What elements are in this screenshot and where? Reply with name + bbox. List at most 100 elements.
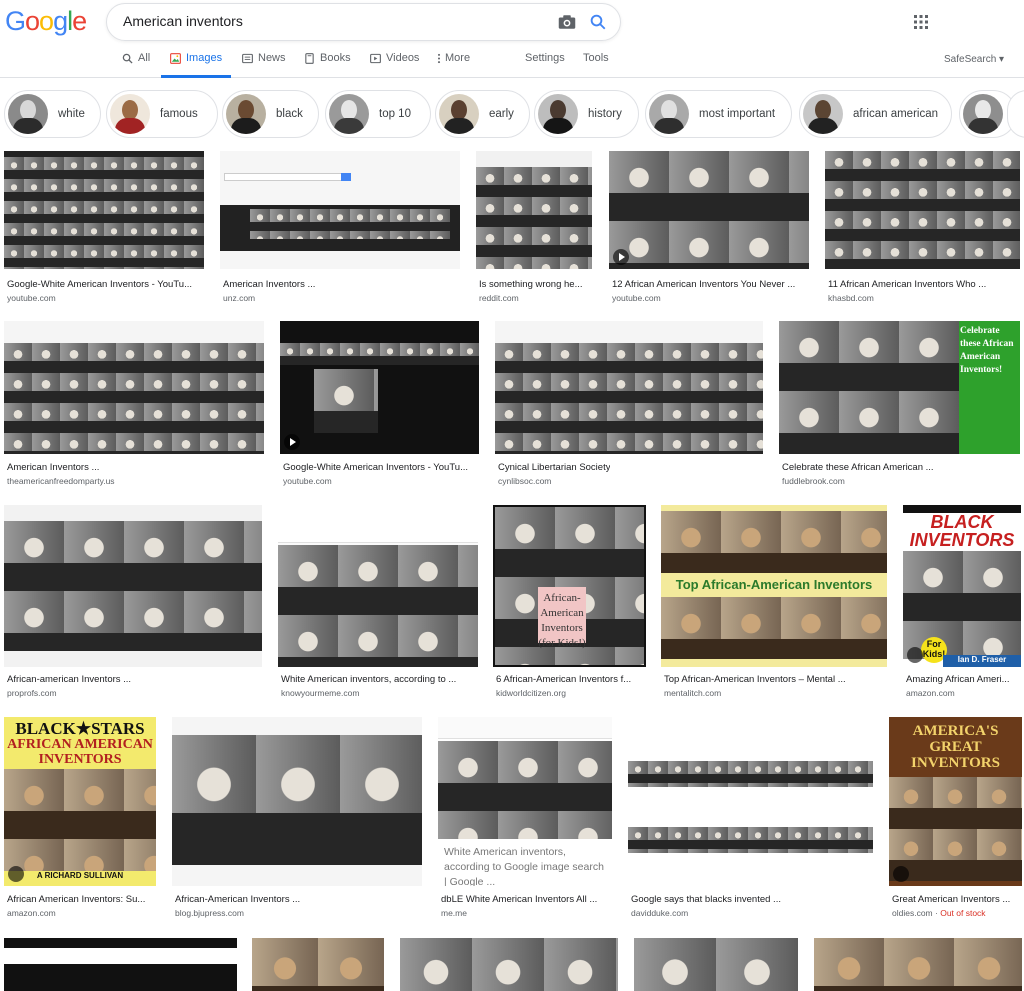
tools-link[interactable]: Tools xyxy=(583,52,609,78)
image-result[interactable] xyxy=(252,938,384,991)
chip-black[interactable]: black xyxy=(222,90,319,138)
image-result[interactable]: BLACK★STARS AFRICAN AMERICAN INVENTORS A… xyxy=(4,717,156,922)
search-icon[interactable] xyxy=(589,13,607,31)
chip-thumbnail xyxy=(803,94,843,134)
chip-label: history xyxy=(588,108,622,120)
result-domain: mentalitch.com xyxy=(664,688,722,698)
result-domain: fuddlebrook.com xyxy=(782,476,845,486)
result-domain: amazon.com xyxy=(7,908,56,918)
search-icon xyxy=(122,53,133,64)
result-thumbnail xyxy=(278,505,478,667)
image-result[interactable]: American Inventors ... theamericanfreedo… xyxy=(4,321,264,491)
settings-link[interactable]: Settings xyxy=(525,52,565,78)
image-result[interactable] xyxy=(814,938,1022,991)
result-thumbnail: AMERICA'S GREAT INVENTORS xyxy=(889,717,1022,886)
result-title: White American inventors, according to .… xyxy=(281,674,457,685)
chip-most-important[interactable]: most important xyxy=(645,90,792,138)
tab-news[interactable]: News xyxy=(242,52,286,78)
image-result[interactable]: 11 African American Inventors Who ... kh… xyxy=(825,151,1020,306)
image-result[interactable]: White American inventors, according to .… xyxy=(278,505,478,700)
image-result[interactable]: African-American Inventors ... blog.bjup… xyxy=(172,717,422,922)
image-result[interactable]: Cynical Libertarian Society cynlibsoc.co… xyxy=(495,321,763,491)
shopping-tag-icon xyxy=(907,647,923,663)
tab-all[interactable]: All xyxy=(122,52,150,78)
image-result[interactable] xyxy=(400,938,618,991)
chip-history[interactable]: history xyxy=(534,90,639,138)
result-domain: youtube.com xyxy=(612,293,661,303)
result-thumbnail: BLACK★STARS AFRICAN AMERICAN INVENTORS A… xyxy=(4,717,156,886)
image-result[interactable]: Google-White American Inventors - YouTu.… xyxy=(280,321,479,491)
result-thumbnail xyxy=(4,938,237,991)
result-domain: davidduke.com xyxy=(631,908,689,918)
image-result[interactable]: Google says that blacks invented ... dav… xyxy=(628,717,873,922)
image-result[interactable]: Top African-American Inventors Top Afric… xyxy=(661,505,887,700)
result-thumbnail: White American inventors, according to G… xyxy=(438,717,612,886)
chip-thumbnail xyxy=(8,94,48,134)
overlay-text: African-American Inventors (for Kids!) xyxy=(538,592,586,649)
chip-thumbnail xyxy=(329,94,369,134)
image-result[interactable]: American Inventors ... unz.com xyxy=(220,151,460,306)
overlay-text: Ian D. Fraser xyxy=(943,655,1021,667)
result-domain: oldies.com · Out of stock xyxy=(892,908,986,918)
result-thumbnail xyxy=(825,151,1020,269)
chip-thumbnail xyxy=(226,94,266,134)
image-result[interactable]: BLACK INVENTORS For Kids! Ian D. Fraser … xyxy=(903,505,1021,700)
result-thumbnail: BLACK INVENTORS For Kids! Ian D. Fraser xyxy=(903,505,1021,667)
apps-grid-icon[interactable] xyxy=(914,15,928,29)
chip-top-10[interactable]: top 10 xyxy=(325,90,431,138)
tab-images[interactable]: Images xyxy=(161,52,232,78)
result-thumbnail xyxy=(4,321,264,454)
image-result[interactable]: Google-White American Inventors - YouTu.… xyxy=(4,151,204,306)
result-title: Google-White American Inventors - YouTu.… xyxy=(283,462,468,473)
image-result[interactable]: Is something wrong he... reddit.com xyxy=(476,151,592,306)
overlay-text: AMERICA'S GREAT INVENTORS xyxy=(911,723,1000,771)
tools-label: Tools xyxy=(583,52,609,64)
image-result[interactable]: African-American Inventors (for Kids!) 6… xyxy=(493,505,646,700)
safesearch-dropdown[interactable]: SafeSearch ▾ xyxy=(944,54,1004,65)
chip-thumbnail xyxy=(439,94,479,134)
tab-books[interactable]: Books xyxy=(304,52,351,78)
tab-label: All xyxy=(138,52,151,64)
result-domain: knowyourmeme.com xyxy=(281,688,360,698)
image-result[interactable]: 12 African American Inventors You Never … xyxy=(609,151,809,306)
chip-early[interactable]: early xyxy=(435,90,530,138)
image-result[interactable] xyxy=(634,938,798,991)
chip-thumbnail xyxy=(649,94,689,134)
book-icon xyxy=(305,53,314,64)
result-title: African American Inventors: Su... xyxy=(7,894,146,905)
result-thumbnail xyxy=(400,938,618,991)
tab-videos[interactable]: Videos xyxy=(370,52,419,78)
result-thumbnail xyxy=(628,717,873,886)
result-domain: me.me xyxy=(441,908,467,918)
search-tabs: All Images News Books Videos More Settin… xyxy=(0,48,1024,78)
image-result[interactable]: African-american Inventors ... proprofs.… xyxy=(4,505,262,700)
result-domain: khasbd.com xyxy=(828,293,874,303)
result-domain: theamericanfreedomparty.us xyxy=(7,476,115,486)
chip-label: top 10 xyxy=(379,108,411,120)
result-title: African-American Inventors ... xyxy=(175,894,301,905)
result-title: American Inventors ... xyxy=(223,279,316,290)
image-result[interactable]: Celebrate these African American Invento… xyxy=(779,321,1020,491)
chip-famous[interactable]: famous xyxy=(106,90,218,138)
image-result[interactable]: White American inventors, according to G… xyxy=(438,717,612,922)
result-domain: amazon.com xyxy=(906,688,955,698)
chip-label: white xyxy=(58,108,85,120)
search-box[interactable] xyxy=(106,3,621,41)
video-icon xyxy=(370,53,381,64)
result-thumbnail xyxy=(814,938,1022,991)
tab-more[interactable]: More xyxy=(437,52,470,78)
result-thumbnail: Celebrate these African American Invento… xyxy=(779,321,1020,454)
overlay-text: AFRICAN AMERICAN INVENTORS xyxy=(7,737,153,767)
search-input[interactable] xyxy=(123,13,543,29)
chip-white[interactable]: white xyxy=(4,90,101,138)
result-title: 12 African American Inventors You Never … xyxy=(612,279,796,290)
result-thumbnail xyxy=(220,151,460,269)
google-logo[interactable]: Google xyxy=(5,6,87,37)
image-result[interactable] xyxy=(4,938,237,991)
result-thumbnail xyxy=(476,151,592,269)
camera-icon[interactable] xyxy=(558,14,576,30)
overlay-text: BLACK★STARS xyxy=(15,719,145,738)
chip-african-american[interactable]: african american xyxy=(799,90,952,138)
image-result[interactable]: AMERICA'S GREAT INVENTORS Great American… xyxy=(889,717,1022,922)
header: Google All Images N xyxy=(0,0,1024,78)
